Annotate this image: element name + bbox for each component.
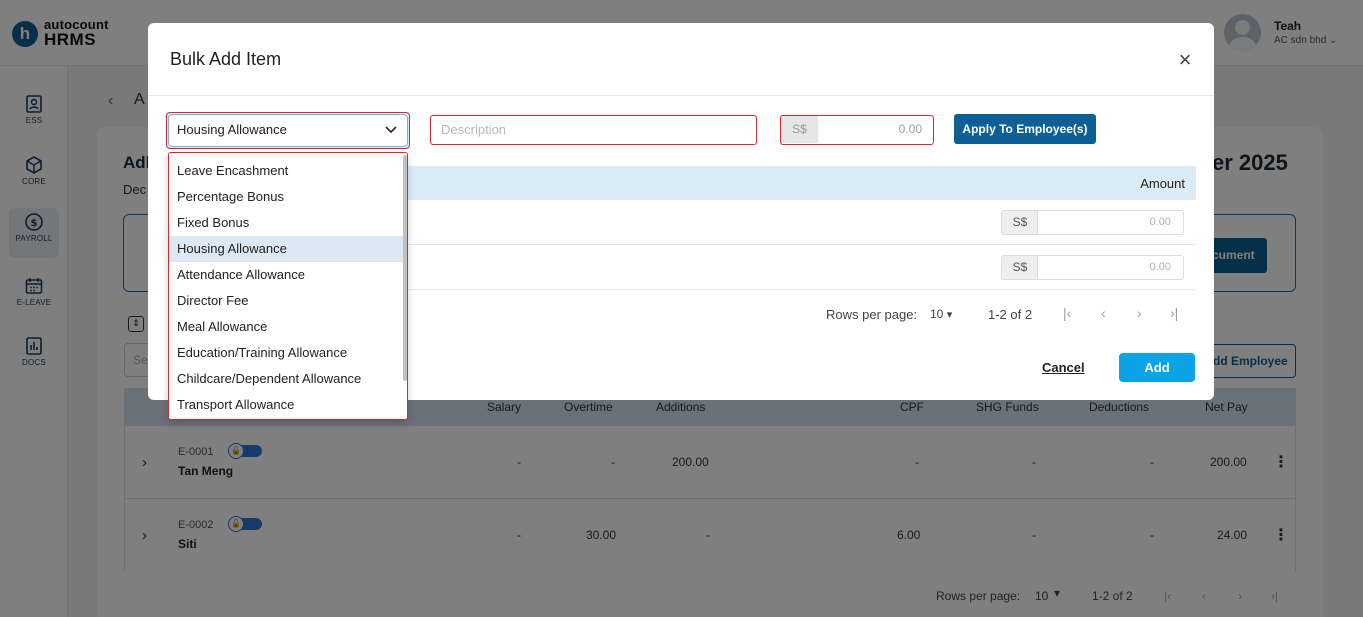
modal-table-header: Amount bbox=[408, 166, 1196, 200]
table-row: S$ 0.00 bbox=[408, 245, 1196, 290]
apply-to-employees-button[interactable]: Apply To Employee(s) bbox=[954, 114, 1096, 144]
currency-prefix: S$ bbox=[1001, 255, 1038, 280]
next-page-icon[interactable]: › bbox=[1137, 305, 1142, 321]
pager-size-select[interactable]: 10 ▾ bbox=[930, 307, 952, 321]
modal-title: Bulk Add Item bbox=[170, 49, 282, 69]
dropdown-option-selected[interactable]: Housing Allowance bbox=[169, 236, 403, 262]
table-row: S$ 0.00 bbox=[408, 200, 1196, 245]
dropdown-scrollbar[interactable] bbox=[403, 155, 407, 381]
cancel-button[interactable]: Cancel bbox=[1042, 360, 1085, 375]
pager-range: 1-2 of 2 bbox=[988, 307, 1033, 322]
dropdown-option[interactable]: Percentage Bonus bbox=[169, 184, 403, 210]
description-input[interactable]: Description bbox=[430, 115, 757, 145]
dropdown-option[interactable]: Meal Allowance bbox=[169, 314, 403, 340]
add-button[interactable]: Add bbox=[1119, 353, 1195, 382]
dropdown-option[interactable]: Fixed Bonus bbox=[169, 210, 403, 236]
pager-size-value: 10 bbox=[930, 307, 944, 321]
dropdown-option[interactable]: Leave Encashment bbox=[169, 158, 403, 184]
row-amount-input[interactable]: 0.00 bbox=[1037, 210, 1184, 235]
modal-divider bbox=[148, 95, 1214, 96]
currency-prefix: S$ bbox=[781, 116, 818, 143]
close-icon[interactable]: × bbox=[1173, 49, 1197, 73]
dropdown-option[interactable]: Transport Allowance bbox=[169, 392, 403, 418]
amount-value: 0.00 bbox=[898, 122, 922, 136]
validation-frame bbox=[166, 112, 410, 149]
pager-label: Rows per page: bbox=[826, 307, 918, 322]
amount-input[interactable]: S$ 0.00 bbox=[780, 115, 934, 145]
item-type-dropdown: Leave Encashment Percentage Bonus Fixed … bbox=[168, 152, 408, 420]
last-page-icon[interactable]: ›| bbox=[1170, 305, 1178, 321]
dropdown-option[interactable]: Attendance Allowance bbox=[169, 262, 403, 288]
dropdown-option[interactable]: Childcare/Dependent Allowance bbox=[169, 366, 403, 392]
caret-down-icon: ▾ bbox=[946, 309, 953, 321]
dropdown-option[interactable]: Director Fee bbox=[169, 288, 403, 314]
prev-page-icon[interactable]: ‹ bbox=[1101, 305, 1106, 321]
currency-prefix: S$ bbox=[1001, 210, 1038, 235]
amount-column-header: Amount bbox=[1140, 176, 1185, 191]
row-amount-input[interactable]: 0.00 bbox=[1037, 255, 1184, 280]
first-page-icon[interactable]: |‹ bbox=[1063, 305, 1071, 321]
dropdown-option[interactable]: Education/Training Allowance bbox=[169, 340, 403, 366]
